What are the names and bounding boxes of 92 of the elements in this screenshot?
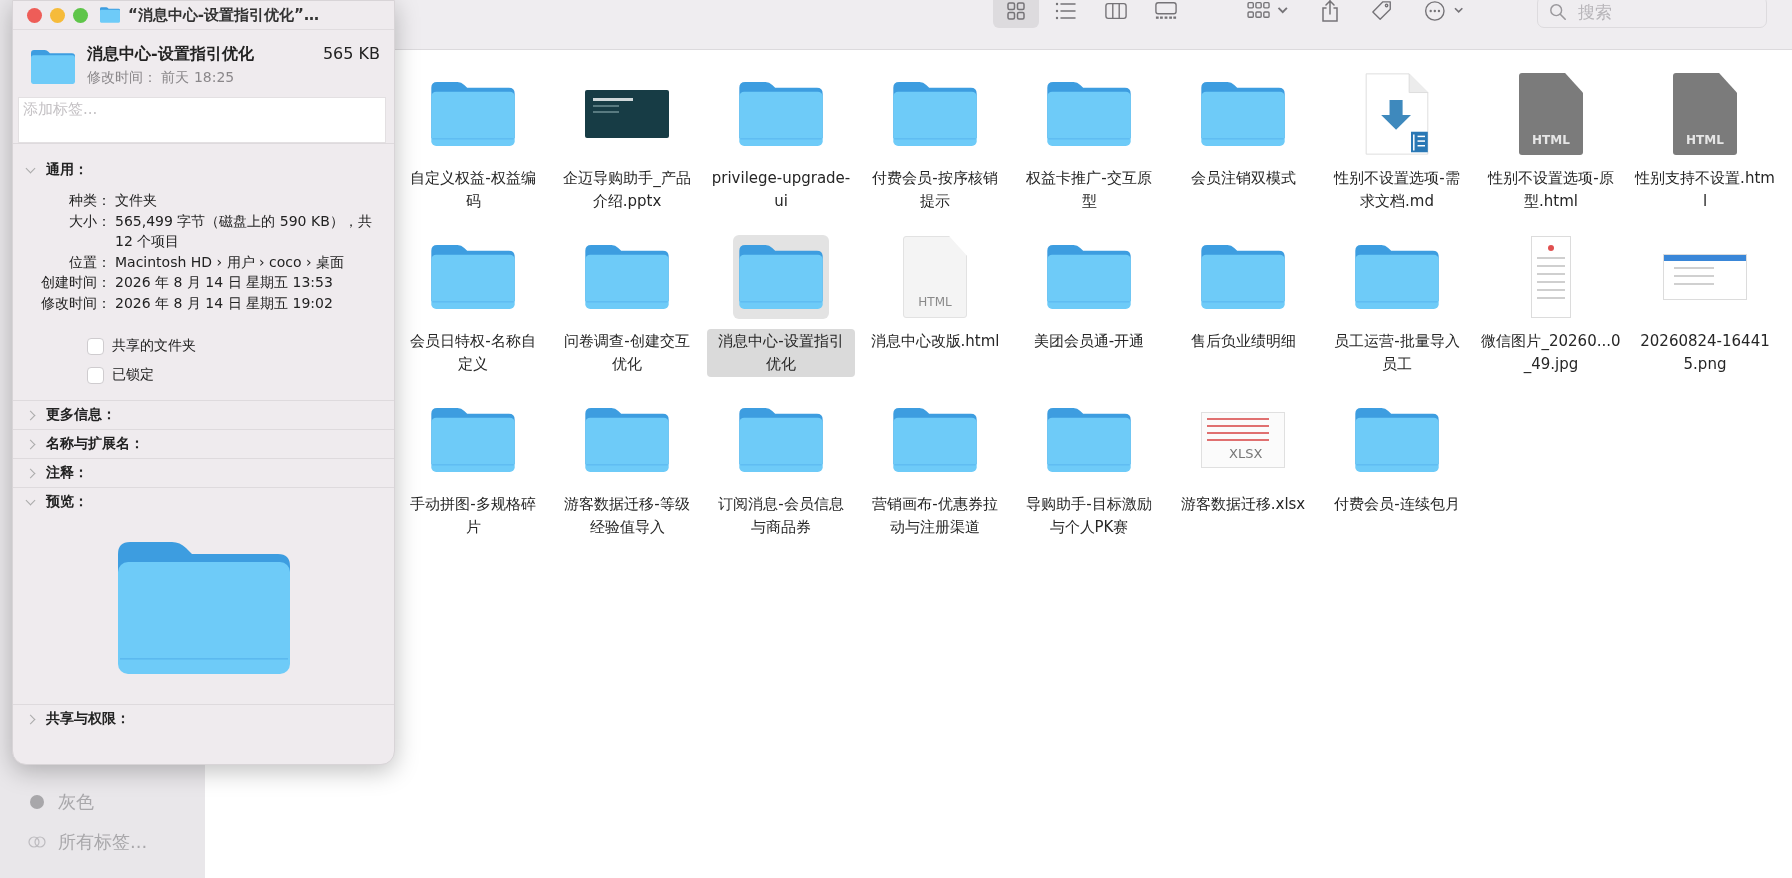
file-type-label: HTML <box>1532 133 1570 147</box>
checkbox-label: 已锁定 <box>112 366 154 384</box>
folder-icon[interactable] <box>1047 245 1131 309</box>
gallery-icon <box>1155 1 1177 21</box>
folder-icon[interactable] <box>739 245 823 309</box>
field-value: 2026 年 8 月 14 日 星期五 19:02 <box>115 293 334 313</box>
zoom-button[interactable] <box>73 7 88 23</box>
folder-icon[interactable] <box>739 82 823 146</box>
file-name[interactable]: 订阅消息-会员信息与商品券 <box>707 492 855 540</box>
folder-icon[interactable] <box>585 408 669 472</box>
share-icon <box>1319 0 1341 23</box>
folder-icon[interactable] <box>739 408 823 472</box>
section-header[interactable]: 名称与扩展名： <box>13 430 394 458</box>
file-name[interactable]: 微信图片_20260...0_49.jpg <box>1477 329 1625 377</box>
image-thumbnail[interactable] <box>1531 236 1571 318</box>
file-name[interactable]: 权益卡推广-交互原型 <box>1015 166 1163 214</box>
folder-icon[interactable] <box>431 245 515 309</box>
file-name[interactable]: 员工运营-批量导入员工 <box>1323 329 1471 377</box>
checkbox[interactable] <box>87 337 104 355</box>
field-value: Macintosh HD › 用户 › coco › 桌面 <box>115 252 346 272</box>
file-name[interactable]: 性别支持不设置.html <box>1631 166 1779 214</box>
file-name[interactable]: 游客数据迁移.xlsx <box>1176 492 1310 517</box>
close-button[interactable] <box>27 7 42 23</box>
file-size: 565 KB <box>322 44 380 65</box>
icons-view-button[interactable] <box>993 0 1039 28</box>
folder-icon[interactable] <box>893 82 977 146</box>
checkbox-label: 共享的文件夹 <box>112 337 196 355</box>
columns-icon <box>1105 1 1127 21</box>
field-label: 位置： <box>68 252 111 272</box>
folder-icon[interactable] <box>1201 245 1285 309</box>
file-name[interactable]: 付费会员-按序核销提示 <box>861 166 1009 214</box>
file-name[interactable]: 消息中心-设置指引优化 <box>707 329 855 377</box>
folder-icon[interactable] <box>1047 82 1131 146</box>
file-name[interactable]: 20260824-164415.png <box>1631 329 1779 377</box>
section-header[interactable]: 通用： <box>13 156 394 184</box>
modified-date: 修改时间： 前天 18:25 <box>87 69 236 87</box>
search-icon <box>1549 3 1567 21</box>
file-type-label: HTML <box>1686 133 1724 147</box>
folder-icon[interactable] <box>1355 408 1439 472</box>
folder-icon[interactable] <box>431 82 515 146</box>
section-header[interactable]: 预览： <box>13 488 394 516</box>
folder-icon <box>31 48 75 86</box>
folder-icon[interactable] <box>1201 82 1285 146</box>
file-name[interactable]: 手动拼图-多规格碎片 <box>399 492 547 540</box>
file-name[interactable]: 自定义权益-权益编码 <box>399 166 547 214</box>
folder-icon <box>100 7 120 23</box>
field-label: 创建时间： <box>40 273 111 292</box>
folder-icon[interactable] <box>431 408 515 472</box>
file-name[interactable]: 游客数据迁移-等级经验值导入 <box>553 492 701 540</box>
tag-icon <box>1371 0 1393 23</box>
field-value: 文件夹 <box>115 191 158 210</box>
file-name[interactable]: 会员日特权-名称自定义 <box>399 329 547 377</box>
file-name[interactable]: 性别不设置选项-需求文档.md <box>1323 166 1471 214</box>
search-field[interactable]: 搜索 <box>1537 0 1767 28</box>
slide-thumbnail[interactable] <box>585 90 669 138</box>
field-label: 大小： <box>68 211 111 231</box>
file-name[interactable]: 消息中心改版.html <box>866 329 1004 354</box>
all-tags-icon <box>28 836 46 848</box>
image-thumbnail[interactable] <box>1663 254 1747 300</box>
file-name[interactable]: 导购助手-目标激励与个人PK赛 <box>1015 492 1163 540</box>
section-header[interactable]: 更多信息： <box>13 401 394 429</box>
field-label: 修改时间： <box>40 293 111 313</box>
file-name[interactable]: 问卷调查-创建交互优化 <box>553 329 701 377</box>
section-header[interactable]: 共享与权限： <box>13 705 394 733</box>
tags-field[interactable]: 添加标签... <box>18 97 386 143</box>
folder-icon[interactable] <box>585 245 669 309</box>
file-name[interactable]: 付费会员-连续包月 <box>1330 492 1464 517</box>
field-value: 565,499 字节（磁盘上的 590 KB），共 12 个项目 <box>115 211 372 251</box>
grid-icon <box>1005 1 1027 21</box>
file-name[interactable]: 售后负业绩明细 <box>1186 329 1300 354</box>
checkbox[interactable] <box>87 366 104 384</box>
file-title: 消息中心-设置指引优化 <box>87 44 254 65</box>
document-icon[interactable] <box>1364 72 1430 156</box>
folder-icon[interactable] <box>1355 245 1439 309</box>
file-name[interactable]: 企迈导购助手_产品介绍.pptx <box>553 166 701 214</box>
file-name[interactable]: 会员注销双模式 <box>1186 166 1300 191</box>
file-type-label: XLSX <box>1229 446 1264 461</box>
list-icon <box>1055 1 1077 21</box>
window-title: “消息中心-设置指引优化”… <box>128 5 319 25</box>
folder-icon[interactable] <box>893 408 977 472</box>
more-icon <box>1423 0 1465 22</box>
minimize-button[interactable] <box>50 7 65 23</box>
file-type-label: HTML <box>918 295 952 309</box>
file-name[interactable]: 营销画布-优惠券拉动与注册渠道 <box>861 492 1009 540</box>
field-label: 种类： <box>68 191 111 210</box>
field-value: 2026 年 8 月 14 日 星期五 13:53 <box>115 273 334 292</box>
spreadsheet-icon[interactable]: XLSX <box>1201 412 1285 468</box>
file-name[interactable]: privilege-upgrade-ui <box>707 166 855 214</box>
file-name[interactable]: 美团会员通-开通 <box>1029 329 1149 354</box>
section-header[interactable]: 注释： <box>13 459 394 487</box>
file-name[interactable]: 性别不设置选项-原型.html <box>1477 166 1625 214</box>
folder-icon[interactable] <box>1047 408 1131 472</box>
